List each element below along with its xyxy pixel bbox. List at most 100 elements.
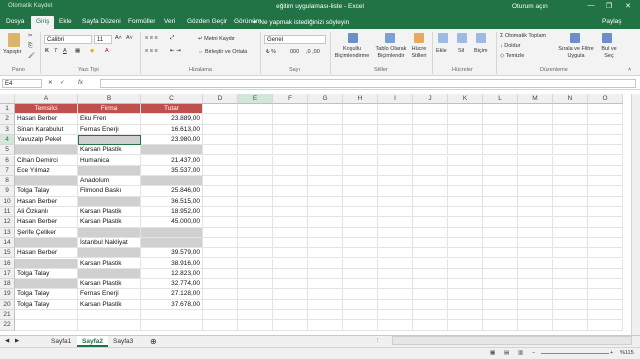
grid-cell[interactable]: [343, 124, 378, 135]
grid-cell[interactable]: [343, 196, 378, 207]
grid-cell[interactable]: [203, 134, 238, 146]
grid-cell[interactable]: [413, 124, 448, 135]
row-header[interactable]: 6: [0, 155, 15, 166]
zoom-level[interactable]: %115: [620, 350, 634, 356]
grid-cell[interactable]: [588, 299, 623, 310]
table-cell[interactable]: Karsan Plastik: [78, 258, 141, 269]
grid-cell[interactable]: [413, 114, 448, 125]
grid-cell[interactable]: [413, 207, 448, 218]
close-button[interactable]: ✕: [622, 2, 634, 10]
table-cell[interactable]: 45.000,00: [141, 217, 203, 228]
table-header-cell[interactable]: Firma: [78, 104, 141, 115]
grid-cell[interactable]: [273, 310, 308, 321]
column-header-k[interactable]: K: [448, 94, 483, 104]
grid-cell[interactable]: [413, 248, 448, 259]
grid-cell[interactable]: [308, 104, 343, 115]
grid-cell[interactable]: [483, 237, 518, 249]
grid-cell[interactable]: [238, 217, 273, 228]
column-header-a[interactable]: A: [15, 94, 78, 104]
grid-cell[interactable]: [588, 196, 623, 207]
table-cell[interactable]: Hasan Berber: [15, 217, 78, 228]
grid-cell[interactable]: [553, 186, 588, 197]
grid-cell[interactable]: [238, 258, 273, 269]
grid-cell[interactable]: [448, 268, 483, 280]
page-break-view-icon[interactable]: ▥: [518, 350, 523, 356]
grid-cell[interactable]: [553, 165, 588, 177]
grid-cell[interactable]: [553, 320, 588, 331]
grid-cell[interactable]: [141, 320, 203, 331]
grid-cell[interactable]: [588, 248, 623, 259]
grid-cell[interactable]: [308, 248, 343, 259]
grid-cell[interactable]: [273, 237, 308, 249]
grid-cell[interactable]: [413, 320, 448, 331]
restore-button[interactable]: ❐: [603, 2, 615, 10]
grid-cell[interactable]: [483, 299, 518, 310]
table-cell[interactable]: [15, 145, 78, 156]
grid-cell[interactable]: [343, 289, 378, 300]
formula-input[interactable]: [100, 79, 636, 88]
column-header-o[interactable]: O: [588, 94, 623, 104]
grid-cell[interactable]: [203, 186, 238, 197]
grid-cell[interactable]: [413, 186, 448, 197]
table-cell[interactable]: Hasan Berber: [15, 196, 78, 207]
column-header-b[interactable]: B: [78, 94, 141, 104]
grid-cell[interactable]: [238, 124, 273, 135]
grid-cell[interactable]: [448, 176, 483, 187]
grid-cell[interactable]: [203, 237, 238, 249]
grid-cell[interactable]: [203, 227, 238, 238]
sheet-tab-sayfa3[interactable]: Sayfa3: [108, 336, 138, 347]
grid-cell[interactable]: [343, 310, 378, 321]
table-cell[interactable]: Tolga Talay: [15, 299, 78, 310]
tab-file[interactable]: Dosya: [6, 18, 24, 25]
grid-cell[interactable]: [273, 165, 308, 177]
grid-cell[interactable]: [203, 268, 238, 280]
row-header[interactable]: 12: [0, 217, 15, 228]
grid-cell[interactable]: [483, 155, 518, 166]
grid-cell[interactable]: [413, 145, 448, 156]
grid-cell[interactable]: [413, 289, 448, 300]
tab-formulas[interactable]: Formüller: [128, 18, 155, 25]
decimal-icon[interactable]: ,0 ,00: [306, 49, 320, 55]
grid-cell[interactable]: [238, 186, 273, 197]
grid-cell[interactable]: [238, 299, 273, 310]
table-cell[interactable]: İstanbul Nakliyat: [78, 237, 141, 249]
grid-cell[interactable]: [413, 176, 448, 187]
row-header[interactable]: 13: [0, 227, 15, 238]
grid-cell[interactable]: [553, 299, 588, 310]
grid-cell[interactable]: [238, 310, 273, 321]
column-header-m[interactable]: M: [518, 94, 553, 104]
underline-button[interactable]: A: [63, 48, 67, 54]
grid-cell[interactable]: [378, 145, 413, 156]
grid-cell[interactable]: [483, 217, 518, 228]
conditional-formatting-button[interactable]: Koşullu Biçimlendirme: [332, 46, 372, 60]
table-cell[interactable]: [78, 248, 141, 259]
grid-cell[interactable]: [308, 155, 343, 166]
sheet-options-icon[interactable]: ⋮: [375, 338, 381, 344]
clear-button[interactable]: ◇ Temizle: [500, 53, 524, 59]
grid-cell[interactable]: [141, 310, 203, 321]
grid-cell[interactable]: [448, 258, 483, 269]
grid-cell[interactable]: [553, 268, 588, 280]
table-cell[interactable]: [141, 237, 203, 249]
grid-cell[interactable]: [413, 196, 448, 207]
grid-cell[interactable]: [588, 227, 623, 238]
new-sheet-icon[interactable]: ⊕: [150, 337, 157, 346]
grid-cell[interactable]: [308, 145, 343, 156]
row-header[interactable]: 18: [0, 279, 15, 290]
grid-cell[interactable]: [378, 258, 413, 269]
grid-cell[interactable]: [413, 279, 448, 290]
grid-cell[interactable]: [343, 237, 378, 249]
grid-cell[interactable]: [378, 299, 413, 310]
row-header[interactable]: 10: [0, 196, 15, 207]
grid-cell[interactable]: [483, 258, 518, 269]
grid-cell[interactable]: [483, 114, 518, 125]
grid-cell[interactable]: [378, 104, 413, 115]
grid-cell[interactable]: [238, 268, 273, 280]
grid-cell[interactable]: [448, 155, 483, 166]
wrap-text-button[interactable]: ↵ Metni Kaydır: [198, 36, 235, 42]
grid-cell[interactable]: [378, 207, 413, 218]
indent-icon[interactable]: ⇤ ⇥: [170, 48, 181, 54]
table-cell[interactable]: Ali Özkanlı: [15, 207, 78, 218]
row-header[interactable]: 4: [0, 134, 15, 146]
grid-cell[interactable]: [553, 145, 588, 156]
